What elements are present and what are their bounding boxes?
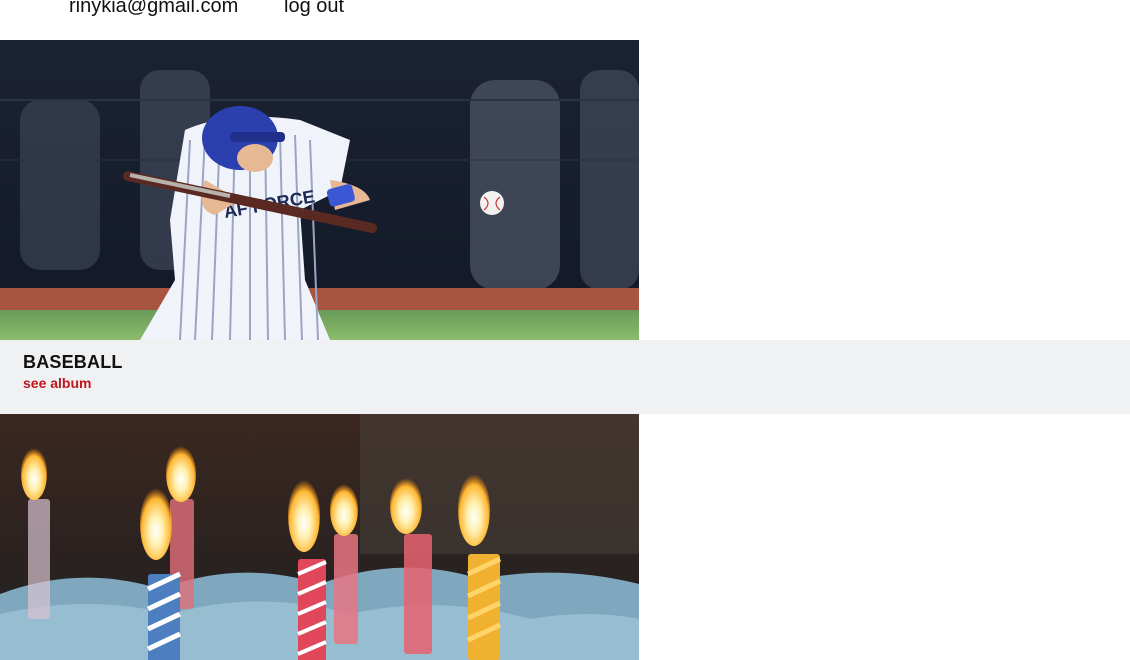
user-email-link[interactable]: rinykia@gmail.com xyxy=(69,0,238,18)
see-album-link[interactable]: see album xyxy=(23,375,91,391)
baseball-player-bunting-photo: AF FORCE xyxy=(0,40,639,340)
album-cover-image-2[interactable] xyxy=(0,414,639,660)
logout-link[interactable]: log out xyxy=(284,0,344,18)
birthday-candles-photo xyxy=(0,414,639,660)
album-info-bar: BASEBALL see album xyxy=(0,340,1130,414)
album-cover-image[interactable]: AF FORCE xyxy=(0,40,639,340)
album-title: BASEBALL xyxy=(23,352,123,372)
top-bar: rinykia@gmail.com log out xyxy=(0,0,1130,40)
